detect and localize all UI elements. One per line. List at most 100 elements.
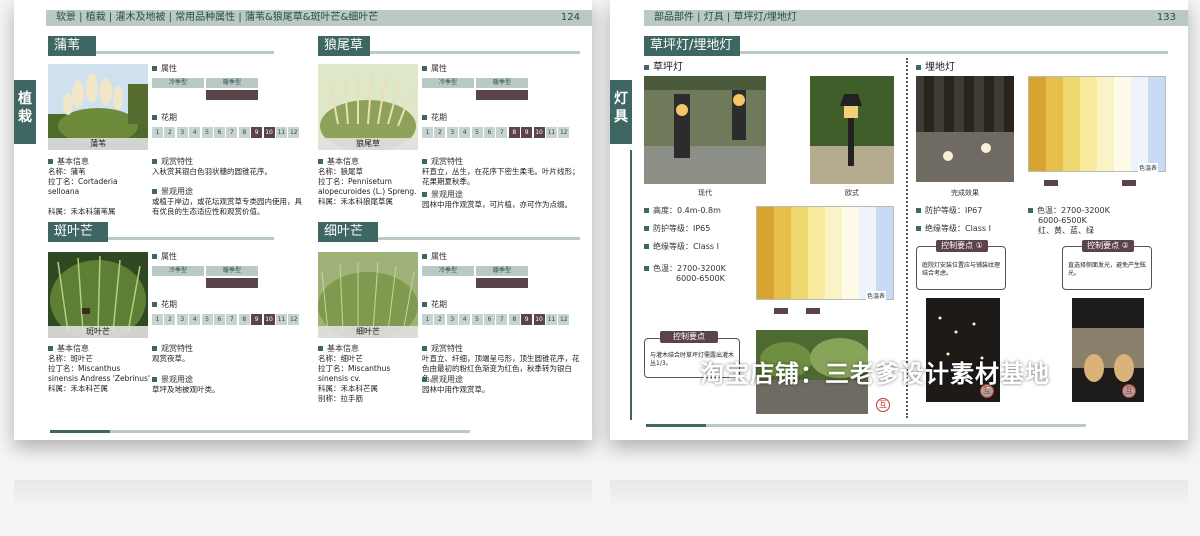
landscape-use-text: 或植于岸边，或花坛观赏草专类园内使用，具有优良的生态适应性和观赏价值。	[152, 197, 302, 216]
flowering-label: 花期	[422, 299, 447, 310]
cool-season-cell: 冷季型	[152, 78, 204, 88]
divider	[108, 237, 274, 240]
bullet-icon	[916, 208, 921, 213]
month-cell: 6	[213, 127, 225, 138]
lawn-spec-insulation: 绝缘等级：Class Ⅰ	[644, 242, 719, 252]
landscape-use-label: 景观用途	[152, 186, 193, 197]
bullet-icon	[422, 159, 427, 164]
modern-bollard-image	[644, 76, 766, 184]
bullet-icon	[152, 66, 157, 71]
plant-photo: 蒲苇	[48, 64, 148, 150]
month-cell: 9	[251, 127, 263, 138]
plant-info: 名称：细叶芒 拉丁名：Miscanthus sinensis cv. 科属：禾本…	[318, 354, 391, 403]
month-cell: 3	[446, 314, 458, 325]
flowering-label: 花期	[152, 299, 177, 310]
footer-line	[706, 424, 1086, 427]
month-cell: 9	[521, 127, 533, 138]
divider	[96, 51, 274, 54]
bullet-icon	[422, 302, 427, 307]
month-cell: 3	[176, 314, 188, 325]
plant-info: 名称：蒲苇 拉丁名：Cortaderia selloana 科属：禾本科蒲苇属	[48, 167, 118, 216]
breadcrumb-text: 部品部件 | 灯具 | 草坪灯/埋地灯	[654, 12, 797, 23]
basic-info-label: 基本信息	[48, 343, 89, 354]
month-cell: 12	[558, 314, 570, 325]
flowering-months: 1 2 3 4 5 6 7 8 9 10 11 12	[152, 314, 301, 325]
side-tab: 植栽	[14, 80, 36, 144]
card-title: 狼尾草	[318, 36, 370, 56]
control-point-label-2: 控制要点 ②	[1082, 240, 1134, 252]
buried-spec-colors: 红、黄、蓝、绿	[1038, 226, 1094, 235]
month-cell: 2	[434, 314, 446, 325]
month-cell: 11	[545, 314, 557, 325]
landscape-use-text: 园林中用作观赏草，可片植，亦可作为点缀。	[422, 200, 572, 209]
month-cell: 1	[422, 314, 433, 325]
photo-caption: 细叶芒	[318, 326, 418, 338]
chart-label: 色温表	[866, 291, 887, 300]
bullet-icon	[422, 346, 427, 351]
month-cell: 9	[521, 314, 533, 325]
warm-season-cell: 暖季型	[476, 78, 528, 88]
bullet-icon	[422, 66, 427, 71]
ornamental-label: 观赏特性	[422, 156, 463, 167]
month-cell: 2	[434, 127, 446, 138]
landscape-use-label: 景观用途	[152, 374, 193, 385]
cool-season-cell: 冷季型	[422, 266, 474, 276]
lawn-spec-color-temp-2: 6000-6500K	[676, 274, 725, 283]
landscape-use-text: 草坪及地被观叶类。	[152, 385, 220, 394]
card-title: 细叶芒	[318, 222, 378, 242]
plant-info: 名称：斑叶芒 拉丁名：Miscanthus sinensis Andress '…	[48, 354, 150, 393]
breadcrumb-text: 软景 | 植栽 | 灌木及地被 | 常用品种属性 | 蒲苇&狼尾草&斑叶芒&细叶…	[56, 12, 379, 23]
side-rule	[630, 150, 632, 420]
modern-lawn-light-photo	[644, 76, 766, 184]
color-temperature-chart	[1028, 76, 1166, 172]
month-cell: 11	[275, 314, 287, 325]
control-point-text-2: 直选择侧面发光，避免产生眩光。	[1068, 262, 1147, 277]
color-temperature-chart	[756, 206, 894, 300]
bullet-icon	[318, 159, 323, 164]
shop-watermark: 淘宝店铺：三老爹设计素材基地	[700, 360, 1050, 388]
breadcrumb: 软景 | 植栽 | 灌木及地被 | 常用品种属性 | 蒲苇&狼尾草&斑叶芒&细叶…	[46, 10, 592, 26]
buried-spec-insulation: 绝缘等级：Class Ⅰ	[916, 224, 991, 234]
side-tab: 灯具	[610, 80, 632, 144]
photo-caption: 蒲苇	[48, 138, 148, 150]
flowering-months: 1 2 3 4 5 6 7 8 9 10 11 12	[422, 314, 571, 325]
month-cell: 1	[152, 127, 163, 138]
landscape-use-label: 景观用途	[422, 374, 463, 385]
ornamental-text: 观赏夜草。	[152, 354, 190, 363]
lawn-spec-protection: 防护等级：IP65	[644, 224, 710, 234]
lawn-spec-color-temp: 色温：2700-3200K	[644, 264, 726, 274]
warm-season-cell: 暖季型	[206, 266, 258, 276]
attribute-label: 属性	[152, 251, 177, 262]
cool-season-cell: 冷季型	[152, 266, 204, 276]
month-cell: 4	[189, 314, 201, 325]
footer-accent	[646, 424, 706, 427]
divider	[740, 51, 1168, 54]
attribute-label: 属性	[422, 63, 447, 74]
basic-info-label: 基本信息	[318, 343, 359, 354]
basic-info-label: 基本信息	[318, 156, 359, 167]
month-cell: 12	[558, 127, 570, 138]
bullet-icon	[644, 266, 649, 271]
chart-label: 色温表	[1138, 163, 1159, 172]
control-point-label: 控制要点	[660, 331, 718, 343]
buried-spec-protection: 防护等级：IP67	[916, 206, 982, 216]
photo-caption: 斑叶芒	[48, 326, 148, 338]
month-cell: 8	[238, 314, 250, 325]
bullet-icon	[422, 115, 427, 120]
control-point-label-1: 控制要点 ①	[936, 240, 988, 252]
bullet-icon	[152, 159, 157, 164]
bullet-icon	[422, 254, 427, 259]
warm-season-indicator	[476, 278, 528, 288]
attribute-label: 属性	[152, 63, 177, 74]
lawn-spec-height: 高度：0.4m-0.8m	[644, 206, 721, 216]
month-cell: 2	[164, 314, 176, 325]
bullet-icon	[422, 377, 427, 382]
buried-spec-color-temp: 色温：2700-3200K	[1028, 206, 1110, 216]
month-cell: 6	[483, 127, 495, 138]
flowering-label: 花期	[152, 112, 177, 123]
photo-caption: 完成效果	[951, 189, 979, 197]
flowering-months: 1 2 3 4 5 6 7 8 9 10 11 12	[152, 127, 301, 138]
month-cell: 9	[251, 314, 263, 325]
page-number: 124	[560, 12, 580, 23]
flowering-months: 1 2 3 4 5 6 7 8 9 10 11 12	[422, 127, 571, 138]
